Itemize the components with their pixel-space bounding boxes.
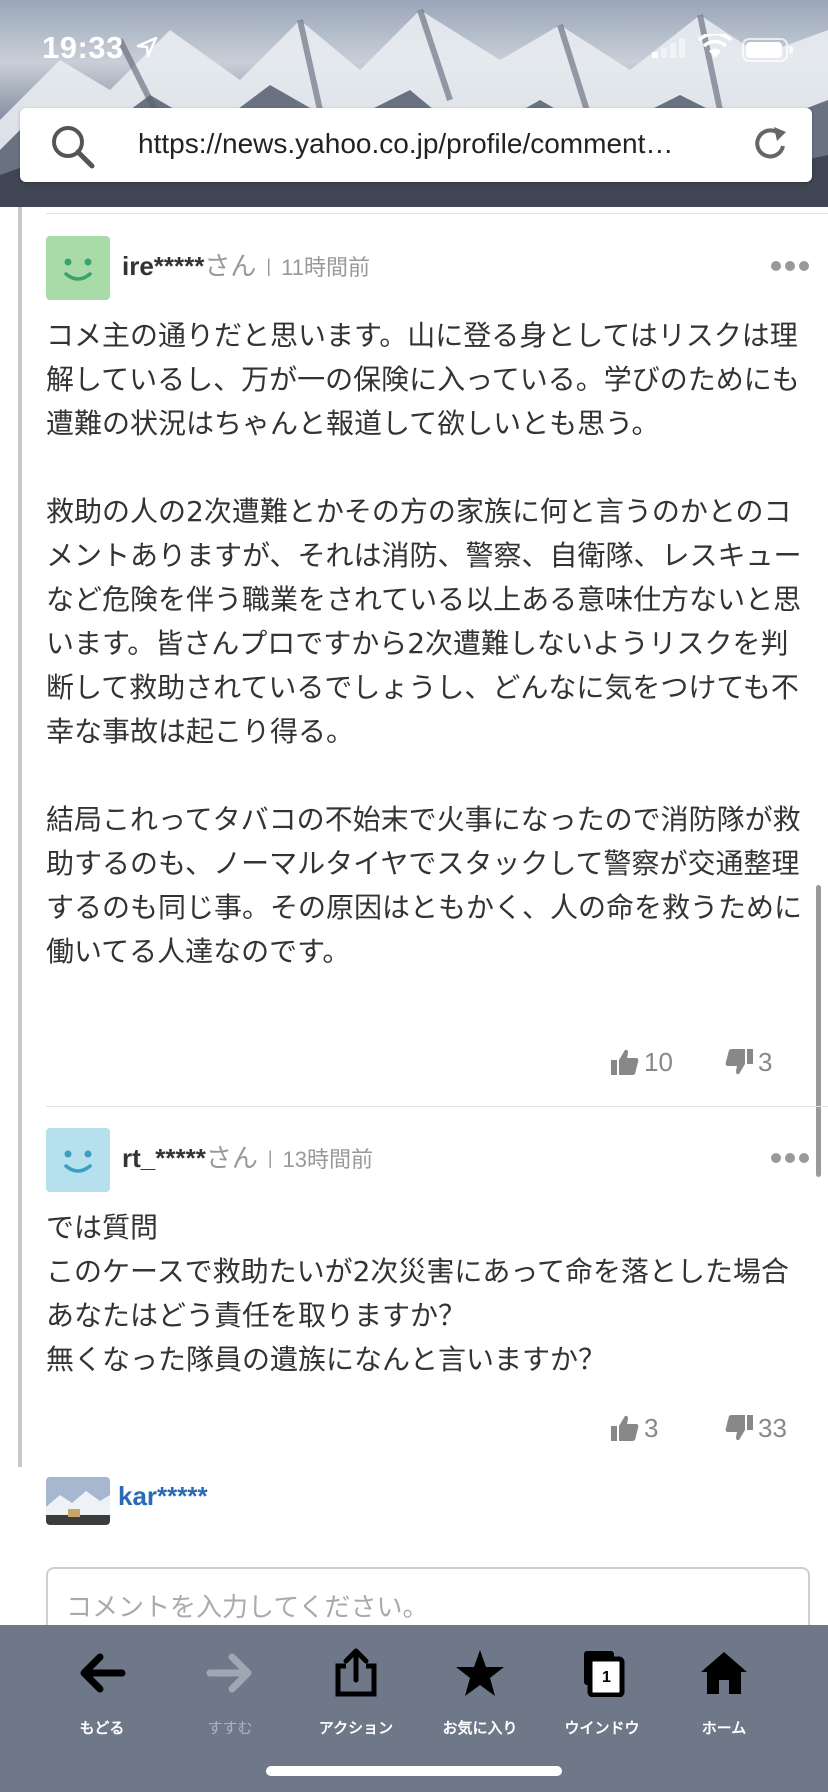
meta-separator: |	[267, 1148, 273, 1168]
like-button[interactable]: 10	[610, 1044, 673, 1080]
home-indicator[interactable]	[266, 1766, 562, 1776]
thumbs-down-icon	[725, 1415, 753, 1441]
comment-text: コメ主の通りだと思います。山に登る身としてはリスクは理解しているし、万が一の保険…	[46, 319, 803, 968]
action-button[interactable]: アクション	[296, 1645, 416, 1737]
reload-icon[interactable]	[750, 124, 790, 164]
battery-icon	[742, 38, 793, 62]
star-icon	[456, 1650, 504, 1696]
windows-label: ウインドウ	[564, 1719, 640, 1737]
divider	[46, 213, 828, 214]
dislike-button[interactable]: 33	[724, 1410, 787, 1446]
favorites-label: お気に入り	[442, 1719, 518, 1737]
dislike-count: 33	[758, 1412, 787, 1443]
meta-separator: |	[266, 256, 272, 276]
comment-meta: rt_*****さん | 13時間前	[122, 1138, 373, 1175]
vote-bar: 10 3	[610, 1044, 810, 1080]
like-count: 3	[644, 1412, 659, 1443]
more-options-icon[interactable]	[770, 1152, 810, 1164]
timestamp: 11時間前	[281, 255, 370, 280]
timestamp: 13時間前	[282, 1147, 374, 1172]
more-options-icon[interactable]	[770, 260, 810, 272]
like-count: 10	[644, 1046, 673, 1077]
wifi-icon	[698, 34, 732, 58]
scrollbar[interactable]	[816, 885, 821, 1177]
home-label: ホーム	[701, 1719, 747, 1737]
user-avatar	[46, 1477, 110, 1525]
thumbs-up-icon	[611, 1049, 639, 1075]
comment-meta: ire*****さん | 11時間前	[122, 246, 370, 283]
window-count: 1	[602, 1669, 611, 1686]
home-button[interactable]: ホーム	[664, 1645, 784, 1737]
location-arrow-icon	[136, 36, 158, 58]
thread-indent-bar	[18, 207, 22, 1467]
share-icon	[335, 1648, 377, 1697]
action-label: アクション	[318, 1719, 394, 1737]
thumbs-down-icon	[725, 1049, 753, 1075]
dislike-button[interactable]: 3	[724, 1044, 772, 1080]
honorific: さん	[204, 251, 257, 281]
status-time: 19:33	[42, 30, 124, 65]
address-bar[interactable]: https://news.yahoo.co.jp/profile/comment…	[20, 108, 812, 182]
signal-icon	[652, 38, 685, 58]
forward-label: すすむ	[207, 1719, 253, 1737]
back-arrow-icon	[80, 1653, 126, 1693]
smiley-face-icon	[64, 1150, 92, 1173]
username[interactable]: rt_*****	[122, 1143, 206, 1173]
honorific: さん	[205, 1143, 258, 1173]
dislike-count: 3	[758, 1046, 773, 1077]
smiley-face-icon	[64, 258, 92, 281]
comment-item: rt_*****さん | 13時間前 では質問 このケースで救助たいが2次災害にあっ…	[46, 1128, 810, 1448]
forward-button[interactable]: すすむ	[170, 1645, 290, 1737]
forward-arrow-icon	[206, 1653, 252, 1693]
username[interactable]: ire*****	[122, 251, 204, 281]
current-username: kar*****	[118, 1481, 208, 1511]
back-label: もどる	[79, 1719, 125, 1737]
header-background: 19:33 https://news.yahoo.co.jp/profile/c…	[0, 0, 828, 207]
vote-bar: 3 33	[610, 1410, 810, 1446]
search-icon	[52, 126, 95, 169]
divider	[46, 1106, 828, 1107]
thumbs-up-icon	[611, 1415, 639, 1441]
comment-input-placeholder: コメントを入力してください。	[66, 1593, 429, 1623]
home-icon	[701, 1652, 747, 1694]
favorites-button[interactable]: お気に入り	[420, 1645, 540, 1737]
windows-button[interactable]: 1 ウインドウ	[542, 1645, 662, 1737]
current-user: kar*****	[46, 1477, 446, 1527]
comment-text: では質問 このケースで救助たいが2次災害にあって命を落とした場合あなたはどう責任…	[46, 1211, 790, 1376]
avatar[interactable]	[46, 236, 110, 300]
avatar[interactable]	[46, 1128, 110, 1192]
status-bar: 19:33	[0, 0, 828, 100]
back-button[interactable]: もどる	[42, 1645, 162, 1737]
url-text[interactable]: https://news.yahoo.co.jp/profile/comment…	[138, 128, 758, 160]
comment-item: ire*****さん | 11時間前 コメ主の通りだと思います。山に登る身としてはリ…	[46, 236, 810, 1086]
like-button[interactable]: 3	[610, 1410, 658, 1446]
